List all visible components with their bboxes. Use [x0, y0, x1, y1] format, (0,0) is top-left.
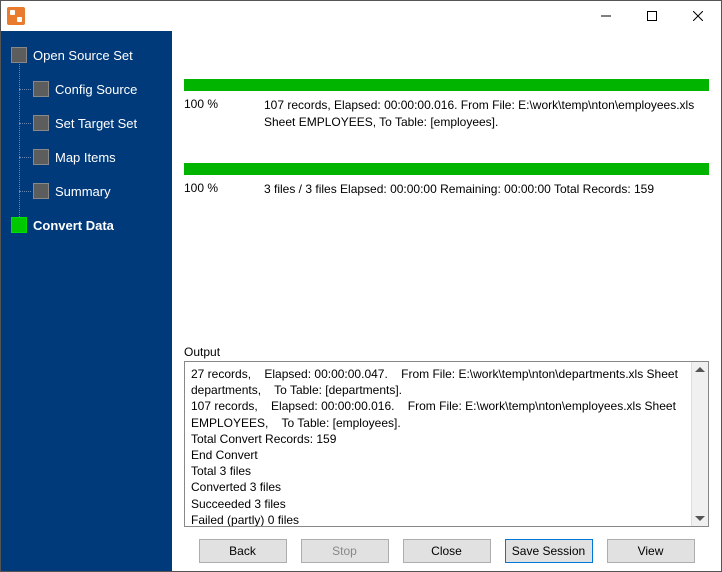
nav-box-icon	[11, 47, 27, 63]
nav-config-source[interactable]: Config Source	[33, 77, 171, 101]
save-session-button[interactable]: Save Session	[505, 539, 593, 563]
main-panel: 100 % 107 records, Elapsed: 00:00:00.016…	[171, 31, 721, 571]
task-progress-section: 100 % 107 records, Elapsed: 00:00:00.016…	[184, 79, 709, 131]
close-button[interactable]	[675, 1, 721, 31]
wizard-sidebar: Open Source Set Config Source Set Target…	[1, 31, 171, 571]
nav-label: Map Items	[55, 150, 116, 165]
app-window: Open Source Set Config Source Set Target…	[0, 0, 722, 572]
nav-set-target-set[interactable]: Set Target Set	[33, 111, 171, 135]
app-icon	[7, 7, 25, 25]
nav-label: Set Target Set	[55, 116, 137, 131]
overall-progress-section: 100 % 3 files / 3 files Elapsed: 00:00:0…	[184, 163, 709, 198]
close-wizard-button[interactable]: Close	[403, 539, 491, 563]
nav-label: Summary	[55, 184, 111, 199]
maximize-button[interactable]	[629, 1, 675, 31]
task-percent: 100 %	[184, 97, 264, 131]
scroll-down-icon	[695, 516, 705, 521]
nav-box-icon	[33, 115, 49, 131]
output-scrollbar[interactable]	[691, 362, 708, 526]
overall-info-text: 3 files / 3 files Elapsed: 00:00:00 Rema…	[264, 181, 709, 198]
window-controls	[583, 1, 721, 31]
button-row: Back Stop Close Save Session View	[184, 539, 709, 563]
overall-percent: 100 %	[184, 181, 264, 198]
view-button[interactable]: View	[607, 539, 695, 563]
title-bar	[1, 1, 721, 31]
minimize-button[interactable]	[583, 1, 629, 31]
task-progress-bar	[184, 79, 709, 91]
nav-box-active-icon	[11, 217, 27, 233]
nav-label: Config Source	[55, 82, 137, 97]
nav-open-source-set[interactable]: Open Source Set	[11, 43, 171, 67]
nav-box-icon	[33, 81, 49, 97]
output-label: Output	[184, 345, 709, 359]
nav-summary[interactable]: Summary	[33, 179, 171, 203]
task-info-text: 107 records, Elapsed: 00:00:00.016. From…	[264, 97, 709, 131]
nav-box-icon	[33, 149, 49, 165]
output-text[interactable]: 27 records, Elapsed: 00:00:00.047. From …	[185, 362, 691, 526]
nav-box-icon	[33, 183, 49, 199]
nav-convert-data[interactable]: Convert Data	[11, 213, 171, 237]
output-box: 27 records, Elapsed: 00:00:00.047. From …	[184, 361, 709, 527]
stop-button[interactable]: Stop	[301, 539, 389, 563]
overall-progress-bar	[184, 163, 709, 175]
scroll-up-icon	[695, 367, 705, 372]
back-button[interactable]: Back	[199, 539, 287, 563]
nav-label: Convert Data	[33, 218, 114, 233]
nav-map-items[interactable]: Map Items	[33, 145, 171, 169]
nav-label: Open Source Set	[33, 48, 133, 63]
